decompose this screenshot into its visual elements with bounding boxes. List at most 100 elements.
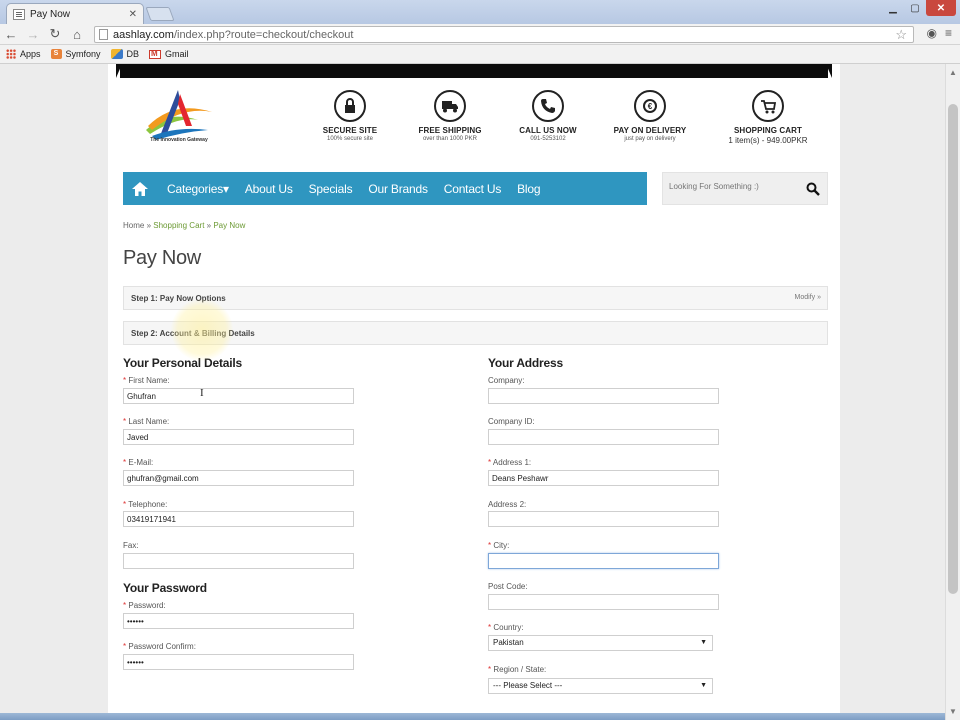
last-name-input[interactable] <box>123 429 354 445</box>
feature-subtitle: 100% secure site <box>326 136 374 142</box>
country-label: * Country: <box>488 623 524 632</box>
breadcrumb-current[interactable]: Pay Now <box>213 221 245 230</box>
extension-icon[interactable]: ◉ <box>927 26 937 40</box>
page-scrollbar[interactable]: ▲ ▼ <box>945 64 960 720</box>
new-tab-button[interactable] <box>145 7 175 21</box>
address-bar[interactable]: aashlay.com/index.php?route=checkout/che… <box>94 26 914 43</box>
minimize-icon[interactable]: ▁ <box>882 0 904 16</box>
personal-details-heading: Your Personal Details <box>123 356 242 370</box>
password-input[interactable] <box>123 613 354 629</box>
menu-icon[interactable]: ≡ <box>945 26 952 40</box>
search-input[interactable] <box>669 182 789 191</box>
feature-title: FREE SHIPPING <box>418 126 482 135</box>
required-marker: * <box>488 623 492 632</box>
address-heading: Your Address <box>488 356 563 370</box>
bookmark-symfony[interactable]: S Symfony <box>50 49 101 59</box>
text-cursor-icon: I <box>200 387 204 399</box>
maximize-icon[interactable]: ▢ <box>904 0 926 16</box>
step-2-header[interactable]: Step 2: Account & Billing Details <box>123 321 828 345</box>
bookmark-gmail[interactable]: Gmail <box>149 49 189 59</box>
required-marker: * <box>123 458 127 467</box>
fax-input[interactable] <box>123 553 354 569</box>
step-label: Step 1: Pay Now Options <box>131 294 226 303</box>
page-favicon-icon <box>13 8 25 20</box>
address2-input[interactable] <box>488 511 719 527</box>
label-text: Telephone: <box>128 500 168 509</box>
feature-strip: SECURE SITE 100% secure site FREE SHIPPI… <box>308 90 828 154</box>
nav-categories[interactable]: Categories▾ <box>157 182 237 196</box>
nav-blog[interactable]: Blog <box>509 182 548 196</box>
feature-secure-site: SECURE SITE 100% secure site <box>300 90 400 142</box>
feature-call-us: CALL US NOW 091-5253102 <box>498 90 598 142</box>
required-marker: * <box>123 417 127 426</box>
reload-icon[interactable]: ↻ <box>44 24 66 44</box>
first-name-label: * First Name: <box>123 376 170 385</box>
browser-tabstrip: Pay Now ✕ ▁ ▢ ✕ <box>0 0 960 24</box>
step-1-header[interactable]: Step 1: Pay Now Options Modify » <box>123 286 828 310</box>
scroll-down-icon[interactable]: ▼ <box>949 707 957 716</box>
telephone-input[interactable] <box>123 511 354 527</box>
company-label: Company: <box>488 376 525 385</box>
address2-label: Address 2: <box>488 500 527 509</box>
label-text: Country: <box>493 623 524 632</box>
browser-tab[interactable]: Pay Now ✕ <box>6 3 144 24</box>
feature-free-shipping: FREE SHIPPING over than 1000 PKR <box>400 90 500 142</box>
search-icon[interactable] <box>803 179 823 199</box>
breadcrumb-separator: » <box>206 221 212 230</box>
feature-title: PAY ON DELIVERY <box>613 126 687 135</box>
label-text: City: <box>493 541 510 550</box>
url-text: aashlay.com/index.php?route=checkout/che… <box>113 29 353 41</box>
required-marker: * <box>123 376 127 385</box>
nav-our-brands[interactable]: Our Brands <box>360 182 435 196</box>
email-input[interactable] <box>123 470 354 486</box>
bookmark-db[interactable]: DB <box>110 49 139 59</box>
cart-summary: 1 item(s) - 949.00PKR <box>728 136 808 145</box>
nav-specials[interactable]: Specials <box>301 182 361 196</box>
bookmark-star-icon[interactable]: ☆ <box>895 27 907 42</box>
feature-subtitle: 091-5253102 <box>530 136 566 142</box>
country-select[interactable]: Pakistan ▼ <box>488 635 713 651</box>
feature-shopping-cart[interactable]: SHOPPING CART 1 item(s) - 949.00PKR <box>718 90 818 145</box>
scroll-up-icon[interactable]: ▲ <box>949 68 957 77</box>
home-nav-icon[interactable] <box>123 172 157 205</box>
company-input[interactable] <box>488 388 719 404</box>
label-text: First Name: <box>128 376 170 385</box>
first-name-input[interactable] <box>123 388 354 404</box>
fax-label: Fax: <box>123 541 139 550</box>
post-code-input[interactable] <box>488 594 719 610</box>
window-close-icon[interactable]: ✕ <box>926 0 956 16</box>
tab-close-icon[interactable]: ✕ <box>129 9 137 20</box>
city-input[interactable] <box>488 553 719 569</box>
company-id-input[interactable] <box>488 429 719 445</box>
required-marker: * <box>488 665 492 674</box>
browser-toolbar: ← → ↻ ⌂ aashlay.com/index.php?route=chec… <box>0 24 960 45</box>
address1-input[interactable] <box>488 470 719 486</box>
bookmark-label: Symfony <box>65 49 101 59</box>
required-marker: * <box>123 601 127 610</box>
bookmark-label: Apps <box>20 49 41 59</box>
company-id-label: Company ID: <box>488 417 535 426</box>
home-icon[interactable]: ⌂ <box>66 24 88 44</box>
page-title: Pay Now <box>123 247 201 269</box>
modify-link[interactable]: Modify » <box>795 294 821 301</box>
cash-icon: € <box>634 90 666 122</box>
site-container: The Innovation Gateway SECURE SITE 100% … <box>108 64 840 720</box>
label-text: Address 1: <box>492 458 532 467</box>
bookmark-apps[interactable]: Apps <box>6 49 41 59</box>
scroll-thumb[interactable] <box>948 104 958 594</box>
feature-title: SHOPPING CART <box>734 126 802 135</box>
password-confirm-input[interactable] <box>123 654 354 670</box>
breadcrumb-cart[interactable]: Shopping Cart <box>153 221 204 230</box>
breadcrumb-home[interactable]: Home <box>123 221 144 230</box>
telephone-label: * Telephone: <box>123 500 167 509</box>
region-select[interactable]: --- Please Select --- ▼ <box>488 678 713 694</box>
region-selected-value: --- Please Select --- <box>493 681 563 690</box>
phone-icon <box>532 90 564 122</box>
back-arrow-icon[interactable]: ← <box>0 24 22 44</box>
feature-title: SECURE SITE <box>322 126 378 135</box>
address1-label: * Address 1: <box>488 458 531 467</box>
email-label: * E-Mail: <box>123 458 153 467</box>
forward-arrow-icon[interactable]: → <box>22 24 44 44</box>
nav-contact-us[interactable]: Contact Us <box>436 182 509 196</box>
nav-about-us[interactable]: About Us <box>237 182 301 196</box>
